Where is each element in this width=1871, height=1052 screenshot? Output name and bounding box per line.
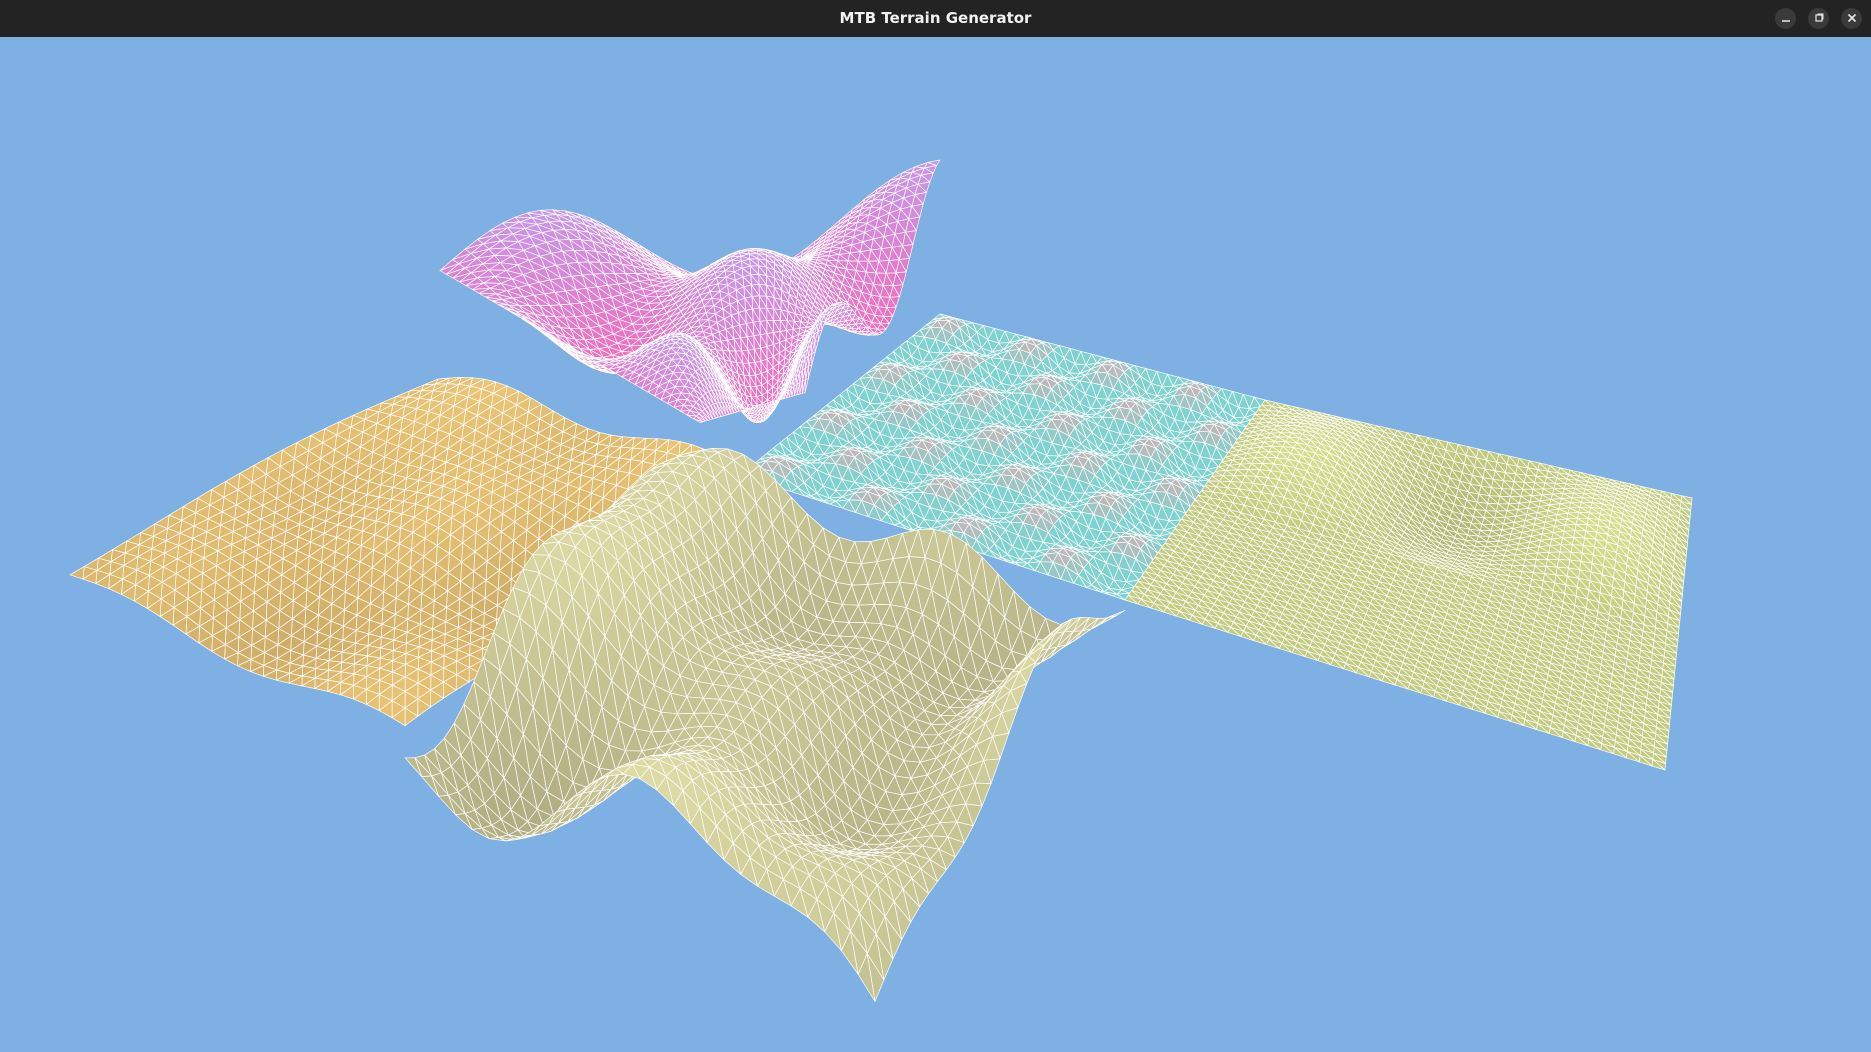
minimize-icon (1781, 20, 1790, 22)
mesh-triangle (811, 351, 816, 366)
3d-viewport[interactable] (0, 37, 1871, 1052)
terrain-scene[interactable] (0, 37, 1871, 1052)
restore-icon (1814, 13, 1823, 22)
mesh-triangle (814, 340, 819, 353)
maximize-button[interactable] (1808, 8, 1829, 29)
app-window: MTB Terrain Generator (0, 0, 1871, 1052)
minimize-button[interactable] (1775, 8, 1796, 29)
close-button[interactable] (1841, 8, 1862, 29)
window-title: MTB Terrain Generator (839, 9, 1032, 27)
title-bar[interactable]: MTB Terrain Generator (0, 0, 1871, 37)
close-icon (1847, 13, 1856, 23)
mesh-triangle (778, 398, 782, 401)
